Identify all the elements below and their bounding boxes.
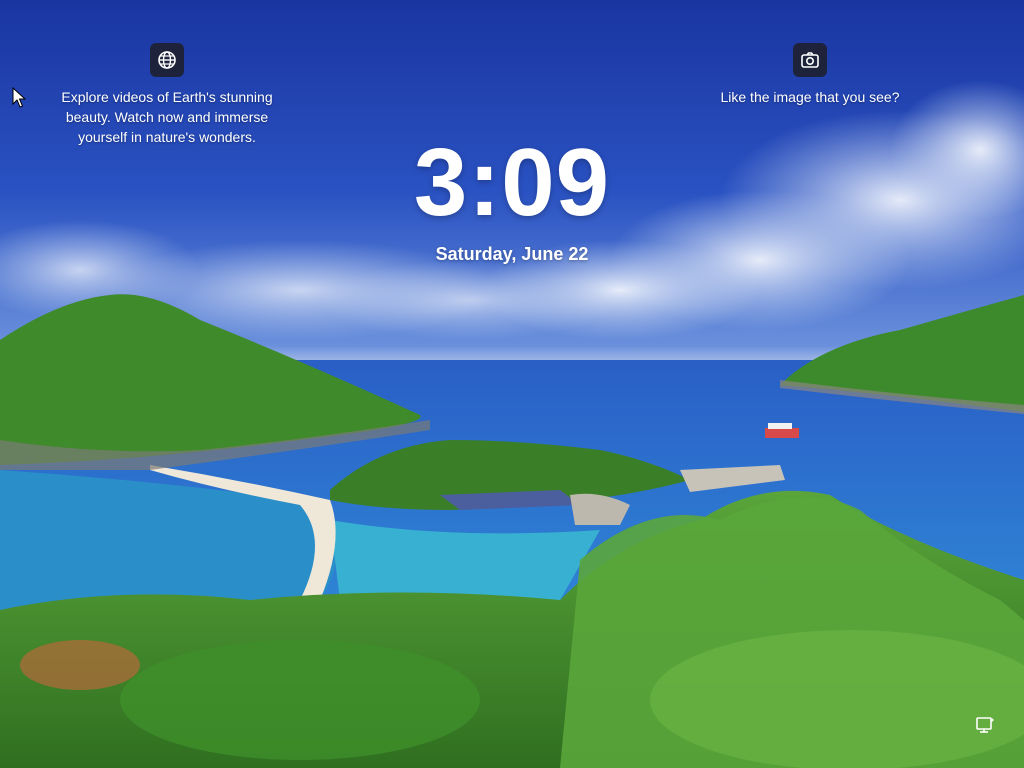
- camera-icon[interactable]: [793, 43, 827, 77]
- like-image-text[interactable]: Like the image that you see?: [700, 87, 920, 107]
- network-icon[interactable]: [974, 716, 996, 741]
- spotlight-widget-like[interactable]: Like the image that you see?: [700, 43, 920, 107]
- globe-icon[interactable]: [150, 43, 184, 77]
- mouse-cursor-icon: [12, 87, 26, 108]
- lock-screen-time: 3:09: [413, 129, 611, 236]
- lock-screen-date: Saturday, June 22: [435, 244, 589, 264]
